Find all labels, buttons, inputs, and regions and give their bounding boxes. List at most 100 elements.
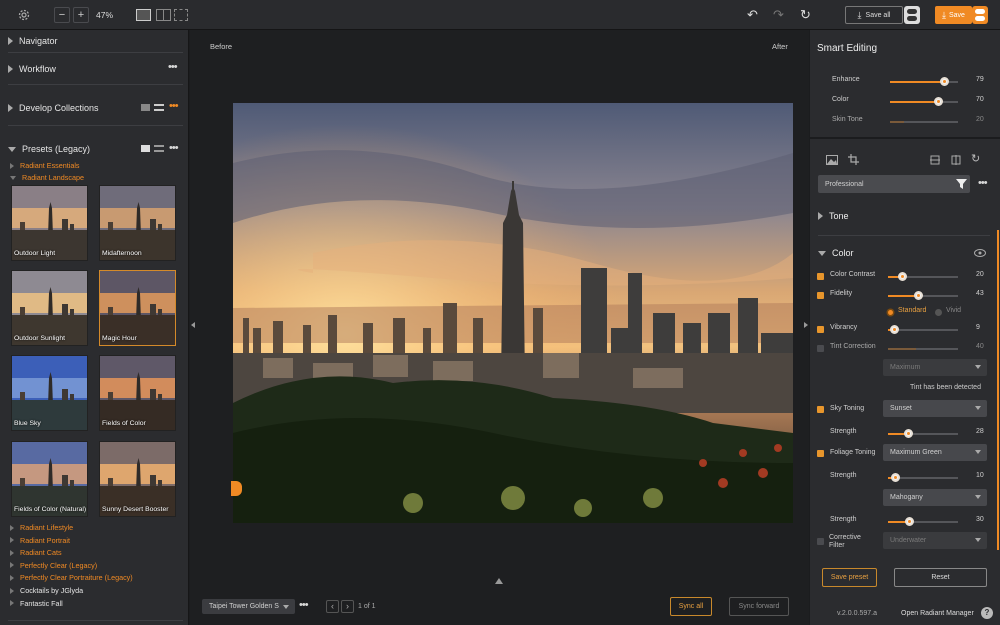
open-radiant-manager-link[interactable]: Open Radiant Manager bbox=[901, 610, 974, 617]
collections-more-icon[interactable]: ••• bbox=[169, 100, 179, 112]
redo-icon[interactable]: ↷ bbox=[773, 7, 784, 23]
foliage-toning-select[interactable]: Maximum Green bbox=[883, 444, 987, 461]
flip-vertical-icon[interactable] bbox=[930, 155, 940, 165]
slider-knob[interactable] bbox=[905, 517, 914, 526]
sky-toning-select[interactable]: Sunset bbox=[883, 400, 987, 417]
navigator-section[interactable]: Navigator bbox=[8, 36, 58, 46]
flip-horizontal-icon[interactable] bbox=[951, 155, 961, 165]
color-section[interactable]: Color bbox=[818, 248, 854, 258]
corrective-filter-checkbox[interactable] bbox=[817, 538, 824, 545]
grid-view-icon[interactable] bbox=[141, 104, 150, 111]
tone-section[interactable]: Tone bbox=[818, 211, 849, 221]
profile-more-icon[interactable]: ••• bbox=[978, 177, 988, 189]
vibrancy-checkbox[interactable] bbox=[817, 326, 824, 333]
develop-collections-section[interactable]: Develop Collections bbox=[8, 103, 99, 113]
slider-knob[interactable] bbox=[891, 473, 900, 482]
preset-category[interactable]: Radiant Cats bbox=[10, 548, 62, 557]
corrective-filter-select[interactable]: Underwater bbox=[883, 532, 987, 549]
sky-strength-label: Strength bbox=[830, 428, 857, 435]
slider-knob[interactable] bbox=[904, 429, 913, 438]
crop-view-icon[interactable] bbox=[174, 9, 188, 21]
save-preset-button[interactable]: Save preset bbox=[822, 568, 877, 587]
grid-view-icon[interactable] bbox=[141, 145, 150, 152]
preset-label: Midafternoon bbox=[102, 250, 142, 257]
chevron-down-icon bbox=[975, 406, 981, 410]
file-more-icon[interactable]: ••• bbox=[299, 599, 309, 611]
file-select[interactable]: Taipei Tower Golden S bbox=[202, 599, 295, 614]
show-filmstrip-icon[interactable] bbox=[495, 578, 503, 584]
tint-correction-checkbox[interactable] bbox=[817, 345, 824, 352]
save-button[interactable]: ⤓ Save bbox=[935, 6, 972, 24]
next-image-button[interactable]: › bbox=[341, 600, 354, 613]
enhance-value: 79 bbox=[976, 76, 984, 83]
eye-icon[interactable] bbox=[974, 249, 986, 257]
previous-image-button[interactable]: ‹ bbox=[326, 600, 339, 613]
expand-arrow-icon bbox=[10, 537, 14, 544]
color-contrast-checkbox[interactable] bbox=[817, 273, 824, 280]
preset-thumbnail[interactable]: Fields of Color bbox=[99, 355, 176, 431]
preset-thumbnail[interactable]: Blue Sky bbox=[11, 355, 88, 431]
undo-icon[interactable]: ↶ bbox=[747, 7, 758, 23]
list-view-icon[interactable] bbox=[154, 104, 164, 111]
slider-knob[interactable] bbox=[914, 291, 923, 300]
collapse-right-panel-icon[interactable] bbox=[804, 322, 808, 328]
sky-toning-checkbox[interactable] bbox=[817, 406, 824, 413]
save-all-button[interactable]: ⤓ Save all bbox=[845, 6, 903, 24]
zoom-in-button[interactable]: + bbox=[73, 7, 89, 23]
filter-icon[interactable] bbox=[956, 179, 967, 189]
save-toggle[interactable] bbox=[972, 6, 988, 24]
mahogany-select[interactable]: Mahogany bbox=[883, 489, 987, 506]
slider-knob[interactable] bbox=[890, 325, 899, 334]
preset-thumbnail[interactable]: Outdoor Sunlight bbox=[11, 270, 88, 346]
slider-knob[interactable] bbox=[898, 272, 907, 281]
preset-thumbnail[interactable]: Sunny Desert Booster bbox=[99, 441, 176, 517]
presets-section[interactable]: Presets (Legacy) bbox=[8, 144, 90, 154]
workflow-section[interactable]: Workflow bbox=[8, 64, 56, 74]
single-view-icon[interactable] bbox=[136, 9, 151, 21]
preset-thumbnail[interactable]: Fields of Color (Natural) bbox=[11, 441, 88, 517]
preset-category[interactable]: Radiant Lifestyle bbox=[10, 523, 73, 532]
image-icon[interactable] bbox=[826, 155, 838, 165]
presets-more-icon[interactable]: ••• bbox=[169, 142, 179, 154]
left-panel: Navigator Workflow ••• Develop Collectio… bbox=[0, 30, 189, 625]
settings-gear-icon[interactable] bbox=[17, 8, 31, 22]
fidelity-checkbox[interactable] bbox=[817, 292, 824, 299]
sync-all-button[interactable]: Sync all bbox=[670, 597, 712, 616]
crop-icon[interactable] bbox=[848, 154, 859, 165]
foliage-toning-checkbox[interactable] bbox=[817, 450, 824, 457]
slider-knob[interactable] bbox=[940, 77, 949, 86]
preset-thumbnail[interactable]: Midafternoon bbox=[99, 185, 176, 261]
category-radiant-essentials[interactable]: Radiant Essentials bbox=[10, 161, 80, 170]
category-radiant-landscape[interactable]: Radiant Landscape bbox=[10, 173, 84, 182]
preset-category[interactable]: Fantastic Fall bbox=[10, 599, 63, 608]
rotate-icon[interactable]: ↻ bbox=[971, 152, 980, 165]
color-label: Color bbox=[832, 96, 849, 103]
divider bbox=[8, 620, 183, 621]
preset-category[interactable]: Perfectly Clear Portraiture (Legacy) bbox=[10, 573, 133, 582]
standard-radio[interactable] bbox=[888, 310, 893, 315]
before-after-split-handle[interactable] bbox=[231, 481, 242, 496]
sync-forward-button[interactable]: Sync forward bbox=[729, 597, 789, 616]
preset-thumbnail[interactable]: Magic Hour bbox=[99, 270, 176, 346]
preset-category[interactable]: Cocktails by JGlyda bbox=[10, 586, 83, 595]
color-contrast-label: Color Contrast bbox=[830, 271, 876, 278]
main-photo[interactable] bbox=[233, 103, 793, 523]
collapse-left-panel-icon[interactable] bbox=[191, 322, 195, 328]
profile-select[interactable]: Professional bbox=[818, 175, 970, 193]
preset-thumbnail[interactable]: Outdoor Light bbox=[11, 185, 88, 261]
preset-category[interactable]: Perfectly Clear (Legacy) bbox=[10, 561, 97, 570]
after-label: After bbox=[772, 42, 788, 51]
split-view-icon[interactable] bbox=[156, 9, 171, 21]
refresh-icon[interactable]: ↻ bbox=[800, 7, 811, 23]
vivid-radio[interactable] bbox=[935, 309, 942, 316]
slider-knob[interactable] bbox=[934, 97, 943, 106]
list-view-icon[interactable] bbox=[154, 145, 164, 152]
help-icon[interactable]: ? bbox=[981, 607, 993, 619]
zoom-out-button[interactable]: − bbox=[54, 7, 70, 23]
save-all-toggle[interactable] bbox=[904, 6, 920, 24]
workflow-more-icon[interactable]: ••• bbox=[168, 61, 178, 73]
preset-category[interactable]: Radiant Portrait bbox=[10, 536, 70, 545]
scrollbar[interactable] bbox=[997, 230, 999, 550]
reset-button[interactable]: Reset bbox=[894, 568, 987, 587]
tint-correction-select[interactable]: Maximum bbox=[883, 359, 987, 376]
